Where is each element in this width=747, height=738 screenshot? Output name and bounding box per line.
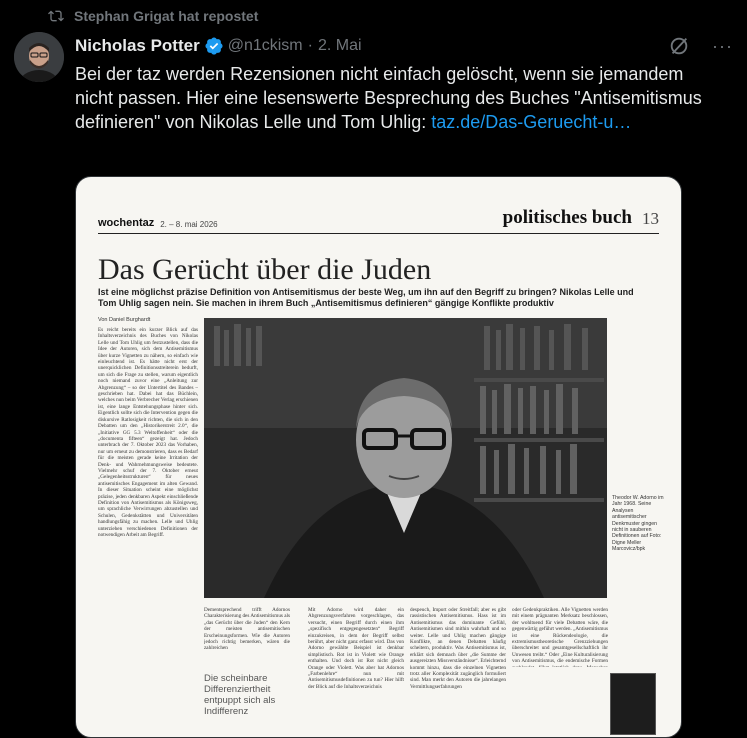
repost-icon xyxy=(48,10,64,22)
photo-caption: Theodor W. Adorno im Jahr 1968. Seine An… xyxy=(612,495,664,553)
author-handle[interactable]: @n1ckism xyxy=(228,37,303,55)
article-byline: Von Daniel Burghardt xyxy=(98,317,151,323)
article-link[interactable]: taz.de/Das-Geruecht-u… xyxy=(431,112,631,132)
newspaper-brand: wochentaz xyxy=(98,217,155,229)
adorno-photo xyxy=(204,318,607,598)
article-column-2: Dementsprechend trifft Adornos Charakter… xyxy=(204,607,290,652)
header-divider xyxy=(98,233,659,234)
avatar[interactable] xyxy=(14,32,64,82)
header-actions: ··· xyxy=(668,35,733,57)
repost-label: Stephan Grigat hat repostet xyxy=(74,8,259,24)
article-subheadline: Ist eine möglichst präzise Definition vo… xyxy=(98,287,634,308)
separator-dot: · xyxy=(307,37,313,54)
avatar-image xyxy=(14,32,64,82)
article-headline: Das Gerücht über die Juden xyxy=(98,253,432,286)
newspaper-header: wochentaz 2. – 8. mai 2026 politisches b… xyxy=(98,207,659,229)
tweet-header: Nicholas Potter @n1ckism · 2. Mai ··· xyxy=(75,34,733,58)
newspaper-page-number: 13 xyxy=(642,209,659,228)
pull-quote: Die scheinbare Differenziertheit entpupp… xyxy=(204,673,276,717)
repost-indicator[interactable]: Stephan Grigat hat repostet xyxy=(48,8,258,24)
tweet-media-image[interactable]: wochentaz 2. – 8. mai 2026 politisches b… xyxy=(75,176,682,738)
author-name[interactable]: Nicholas Potter xyxy=(75,36,200,56)
grok-icon[interactable] xyxy=(668,35,690,57)
tweet-text: Bei der taz werden Rezensionen nicht ein… xyxy=(75,62,715,134)
newspaper-section: politisches buch xyxy=(502,207,632,228)
more-options-button[interactable]: ··· xyxy=(712,36,733,57)
newspaper-date: 2. – 8. mai 2026 xyxy=(160,220,218,229)
verified-badge-icon[interactable] xyxy=(204,36,224,56)
post-date[interactable]: 2. Mai xyxy=(318,37,362,55)
book-cover-image xyxy=(610,673,656,735)
article-column-1: Es reicht bereits ein kurzer Blick auf d… xyxy=(98,327,198,538)
article-column-5: oder Gedenkpraktiken. Alle Vignetten wer… xyxy=(512,607,608,667)
